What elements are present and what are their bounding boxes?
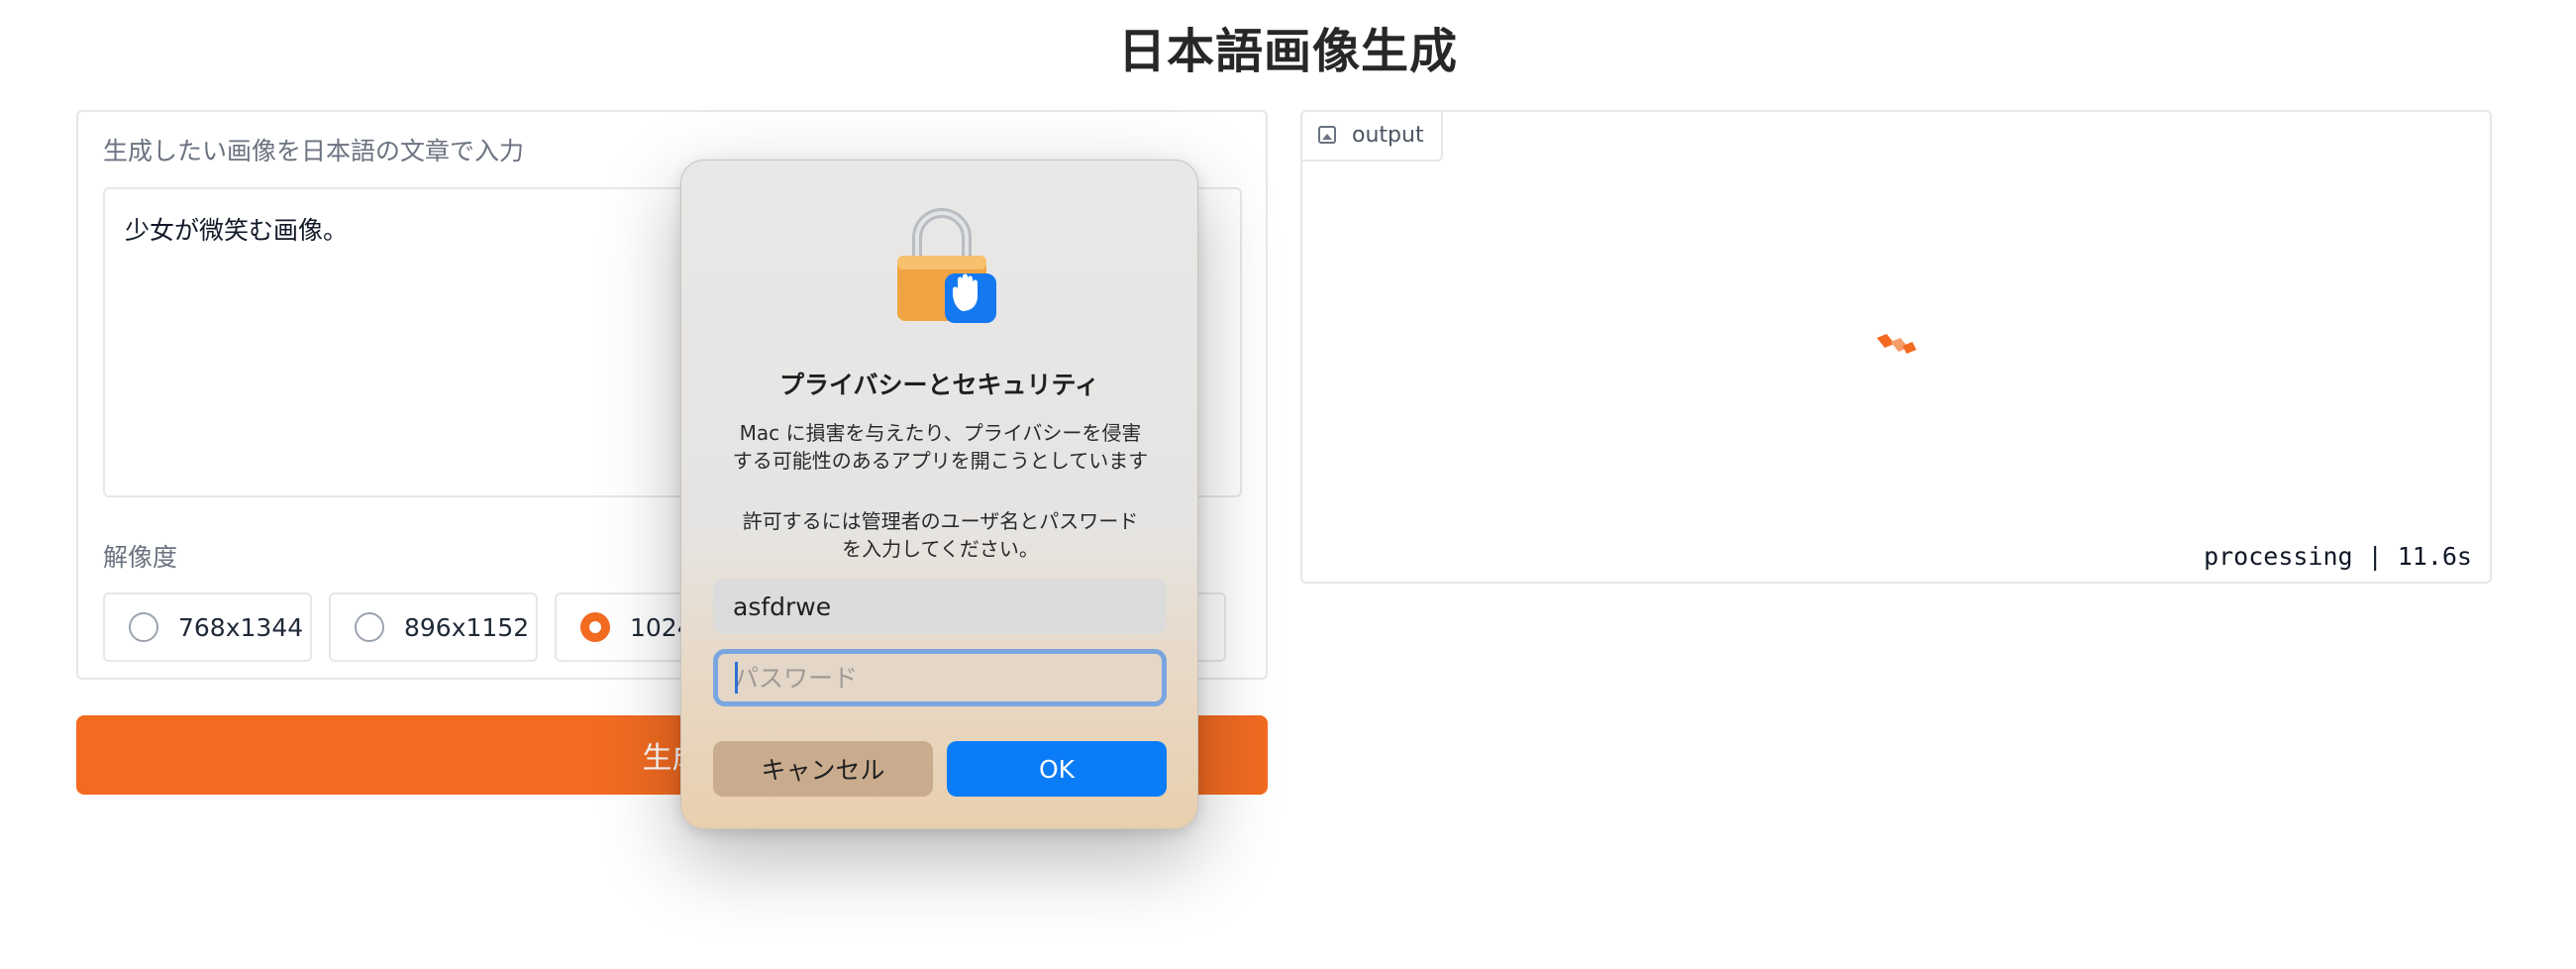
loading-spinner-icon (1877, 334, 1916, 354)
resolution-option-label: 896x1152 (404, 612, 530, 642)
output-tab-label: output (1352, 122, 1424, 148)
username-value: asfdrwe (733, 592, 832, 621)
dialog-message-line: Mac に損害を与えたり、プライバシーを侵害 (739, 421, 1142, 445)
dialog-message-line: 許可するには管理者のユーザ名とパスワード (742, 509, 1139, 533)
dialog-title: プライバシーとセキュリティ (778, 371, 1099, 399)
dialog-message-line: を入力してください。 (842, 537, 1039, 561)
processing-status: processing | 11.6s (2204, 542, 2472, 571)
output-tab: output (1300, 110, 1443, 162)
username-field[interactable]: asfdrwe (713, 579, 1167, 634)
cancel-button[interactable]: キャンセル (713, 741, 933, 797)
radio-circle-icon (355, 612, 384, 642)
dialog-message-line: する可能性のあるアプリを開こうとしています (732, 449, 1149, 473)
ok-button-label: OK (1038, 754, 1076, 784)
auth-dialog: プライバシーとセキュリティ Mac に損害を与えたり、プライバシーを侵害 する可… (680, 160, 1198, 829)
resolution-option-768x1344[interactable]: 768x1344 (103, 592, 312, 662)
ok-button[interactable]: OK (947, 741, 1167, 797)
text-caret (735, 662, 738, 694)
radio-selected-icon (580, 612, 610, 642)
image-icon (1318, 126, 1336, 144)
prompt-label: 生成したい画像を日本語の文章で入力 (103, 137, 525, 165)
resolution-label: 解像度 (103, 543, 178, 572)
resolution-option-896x1152[interactable]: 896x1152 (329, 592, 538, 662)
page-title: 日本語画像生成 (1117, 24, 1458, 79)
resolution-option-label: 768x1344 (178, 612, 304, 642)
lock-icon (897, 208, 996, 323)
password-field[interactable] (713, 649, 1167, 706)
radio-circle-icon (129, 612, 158, 642)
cancel-button-label: キャンセル (761, 756, 885, 785)
prompt-text: 少女が微笑む画像。 (125, 216, 349, 245)
